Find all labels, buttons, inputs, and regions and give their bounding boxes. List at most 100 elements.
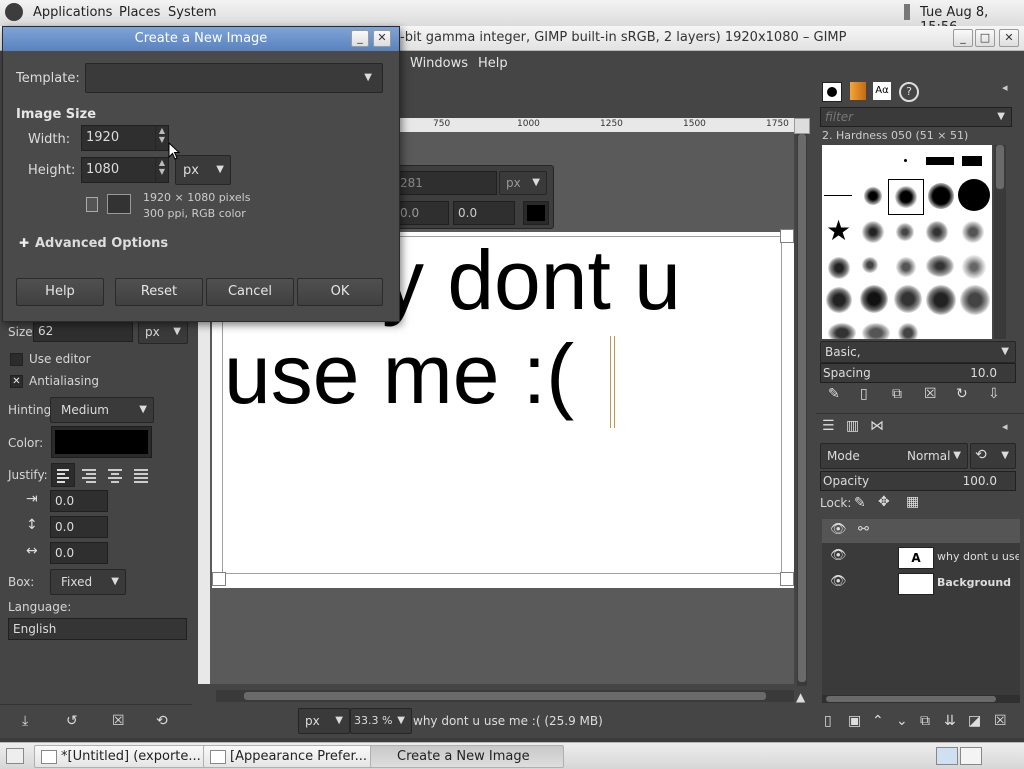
gnome-foot-icon[interactable] <box>5 3 23 21</box>
edit-brush-icon[interactable]: ✎ <box>828 386 840 402</box>
workspace-icon[interactable] <box>936 747 958 765</box>
overlay-unit-combo[interactable]: px ▼ <box>499 171 547 195</box>
brush-thumb[interactable] <box>862 221 884 243</box>
notification-icon[interactable] <box>904 4 910 20</box>
dialog-title-bar[interactable]: Create a New Image _ ✕ <box>3 27 399 51</box>
lock-alpha-icon[interactable]: ▦ <box>906 494 919 510</box>
brush-thumb[interactable] <box>826 287 852 313</box>
brush-thumb[interactable] <box>860 285 888 313</box>
reset-button[interactable]: Reset <box>115 278 203 306</box>
brush-thumb[interactable] <box>926 157 954 165</box>
brush-scrollbar[interactable] <box>994 145 1006 339</box>
brush-thumb[interactable] <box>862 323 890 339</box>
reset-options-icon[interactable]: ⟲ <box>156 713 168 729</box>
duplicate-layer-icon[interactable]: ⧉ <box>920 713 930 729</box>
justify-center-button[interactable] <box>104 464 126 486</box>
menu-help[interactable]: Help <box>478 56 508 71</box>
dock-menu-icon[interactable]: ◂ <box>1002 81 1008 94</box>
lock-position-icon[interactable]: ✥ <box>878 494 890 510</box>
overlay-color-button[interactable] <box>523 201 549 225</box>
layers-tab-icon[interactable]: ☰ <box>822 418 835 434</box>
fonts-tab-icon[interactable]: Aα <box>873 82 891 100</box>
brushes-tab-icon[interactable] <box>822 82 842 102</box>
overlay-size-field[interactable]: 281 <box>397 171 497 195</box>
menu-windows[interactable]: Windows <box>410 56 468 71</box>
layers-scrollbar[interactable] <box>822 695 1020 703</box>
show-desktop-icon[interactable] <box>6 748 24 764</box>
layer-row[interactable]: 👁 A why dont u use m <box>822 545 1020 569</box>
help-tab-icon[interactable]: ? <box>899 82 919 102</box>
horizontal-scrollbar[interactable] <box>216 690 794 702</box>
brush-grid[interactable]: ★ <box>822 145 992 339</box>
height-spinner[interactable]: ▲ ▼ <box>155 158 168 182</box>
vertical-scroll-thumb[interactable] <box>798 134 806 682</box>
justify-right-button[interactable] <box>78 464 100 486</box>
justify-left-button[interactable] <box>51 463 75 487</box>
brush-thumb[interactable] <box>896 257 916 277</box>
layer-row[interactable]: 👁 Background <box>822 571 1020 595</box>
layer-mode-combo[interactable]: Mode Normal ▼ <box>820 443 968 469</box>
overlay-kerning-field[interactable]: 0.0 <box>453 201 515 225</box>
new-brush-icon[interactable]: ▯ <box>860 386 868 402</box>
brush-thumb[interactable] <box>864 187 882 205</box>
size-unit-combo[interactable]: px ▼ <box>138 320 188 344</box>
brush-thumb[interactable] <box>898 323 918 339</box>
layer-mode-reset-combo[interactable]: ⟲ ▼ <box>970 443 1016 469</box>
ok-button[interactable]: OK <box>297 278 383 306</box>
maximize-button[interactable]: □ <box>975 29 995 47</box>
brush-thumb-star[interactable]: ★ <box>826 217 851 245</box>
portrait-icon[interactable] <box>86 197 98 212</box>
brush-thumb[interactable] <box>824 195 852 196</box>
delete-brush-icon[interactable]: ☒ <box>924 386 937 402</box>
taskbar-item[interactable]: *[Untitled] (exporte... <box>34 745 226 768</box>
places-menu[interactable]: Places <box>119 5 160 20</box>
landscape-icon[interactable] <box>107 194 131 214</box>
brush-thumb[interactable] <box>958 179 990 211</box>
layers-scroll-thumb[interactable] <box>826 696 996 702</box>
open-brush-icon[interactable]: ⇩ <box>988 386 1000 402</box>
brush-thumb[interactable] <box>960 285 990 315</box>
anchor-layer-icon[interactable]: ⇊ <box>944 713 956 729</box>
brush-thumb[interactable] <box>828 323 856 339</box>
dialog-minimize-button[interactable]: _ <box>351 30 369 47</box>
brush-thumb-selected[interactable] <box>888 179 924 215</box>
delete-layer-icon[interactable]: ☒ <box>994 713 1007 729</box>
brush-thumb[interactable] <box>928 183 954 209</box>
brush-filter-input[interactable]: filter ▼ <box>820 107 1012 127</box>
status-unit-combo[interactable]: px ▼ <box>298 708 350 734</box>
width-input[interactable]: 1920 ▲ ▼ <box>81 125 169 151</box>
delete-options-icon[interactable]: ☒ <box>112 713 125 729</box>
brush-thumb[interactable] <box>962 255 986 279</box>
template-combo[interactable]: ▼ <box>85 63 383 93</box>
opacity-slider[interactable]: Opacity 100.0 <box>820 471 1016 491</box>
brush-thumb[interactable] <box>828 257 850 279</box>
antialiasing-checkbox[interactable]: ✕ <box>10 375 23 388</box>
new-layer-group-icon[interactable]: ▣ <box>848 713 861 729</box>
hinting-combo[interactable]: Medium ▼ <box>50 397 154 423</box>
text-box-handle[interactable] <box>780 572 794 586</box>
brush-scroll-thumb[interactable] <box>996 145 1004 189</box>
brush-thumb[interactable] <box>904 159 907 162</box>
brush-thumb[interactable] <box>962 221 984 243</box>
eye-icon[interactable]: 👁 <box>830 574 847 589</box>
taskbar-item[interactable]: [Appearance Prefer... <box>203 745 393 768</box>
duplicate-brush-icon[interactable]: ⧉ <box>892 386 902 402</box>
vertical-scrollbar[interactable] <box>797 134 807 686</box>
applications-menu[interactable]: Applications <box>33 5 112 20</box>
advanced-options-toggle[interactable]: Advanced Options <box>35 236 168 251</box>
move-nav-icon[interactable]: ▲ <box>796 690 805 704</box>
zoom-combo[interactable]: 33.3 % ▼ <box>350 708 412 734</box>
system-menu[interactable]: System <box>168 5 216 20</box>
lock-pixels-icon[interactable]: ✎ <box>854 495 866 511</box>
navigate-icon[interactable] <box>794 118 810 134</box>
brush-thumb[interactable] <box>962 156 982 166</box>
text-box-handle[interactable] <box>780 229 794 243</box>
indent-field[interactable]: 0.0 <box>50 490 108 512</box>
expand-icon[interactable]: ✚ <box>19 236 29 250</box>
brush-thumb[interactable] <box>894 285 922 313</box>
cancel-button[interactable]: Cancel <box>206 278 294 306</box>
use-editor-checkbox[interactable] <box>10 353 23 366</box>
taskbar-item-active[interactable]: Create a New Image <box>370 745 564 768</box>
text-box-handle[interactable] <box>212 572 226 586</box>
workspace-icon[interactable] <box>960 747 982 765</box>
